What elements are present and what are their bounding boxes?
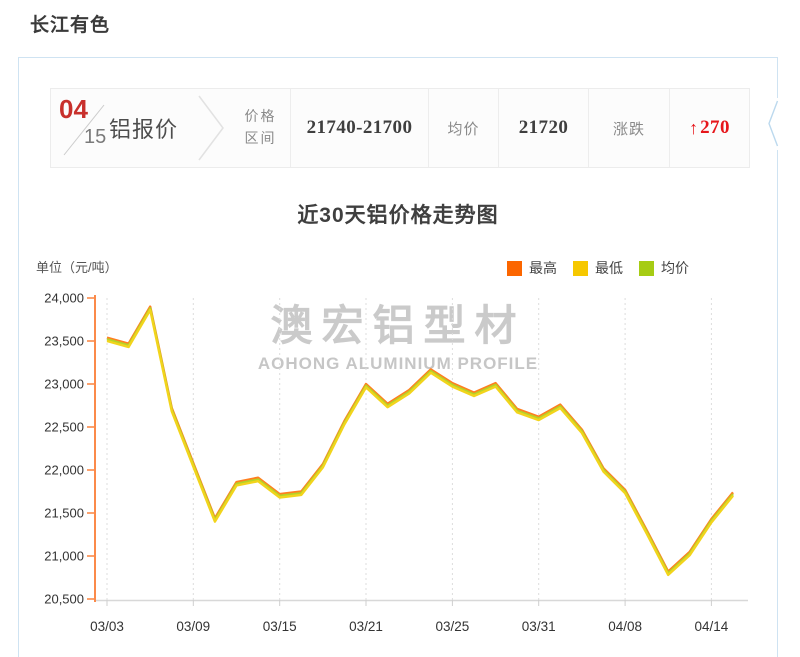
page-title: 长江有色 — [30, 10, 110, 37]
legend-swatch-icon — [507, 261, 522, 276]
product-label: 铝报价 — [109, 89, 191, 167]
legend-item: 最低 — [573, 258, 623, 278]
up-arrow-icon: ↑ — [689, 118, 698, 139]
legend-item: 最高 — [507, 258, 557, 278]
quote-header: 04 15 铝报价 价格 区间 21740-21700 均价 21720 涨跌 … — [50, 88, 750, 168]
average-price-label-text: 均价 — [447, 118, 479, 139]
chevron-right-icon — [191, 89, 231, 167]
quote-panel: 04 15 铝报价 价格 区间 21740-21700 均价 21720 涨跌 … — [18, 57, 778, 657]
chart-legend: 最高 最低 均价 — [507, 258, 705, 278]
watermark-en: AOHONG ALUMINIUM PROFILE — [19, 354, 777, 374]
change-value: ↑ 270 — [669, 89, 749, 167]
average-price-value: 21720 — [498, 89, 588, 167]
legend-label: 均价 — [661, 258, 689, 278]
average-price-label: 均价 — [428, 89, 498, 167]
watermark: 澳宏铝型材 AOHONG ALUMINIUM PROFILE — [19, 292, 777, 374]
change-label: 涨跌 — [588, 89, 669, 167]
unit-label: 单位（元/吨） — [36, 257, 118, 276]
price-range-value: 21740-21700 — [290, 89, 428, 167]
date-day: 15 — [84, 126, 106, 149]
chart-title: 近30天铝价格走势图 — [19, 199, 777, 229]
price-range-label-line1: 价格 — [245, 106, 277, 128]
date-month: 04 — [59, 94, 88, 125]
watermark-cn: 澳宏铝型材 — [19, 292, 777, 353]
change-label-text: 涨跌 — [613, 118, 645, 139]
average-price-number: 21720 — [519, 117, 569, 139]
legend-swatch-icon — [573, 261, 588, 276]
change-number: 270 — [700, 117, 730, 139]
price-range-number: 21740-21700 — [307, 117, 413, 139]
price-range-label-line2: 区间 — [245, 128, 277, 150]
quote-date: 04 15 — [51, 89, 109, 167]
legend-item: 均价 — [639, 258, 689, 278]
legend-swatch-icon — [639, 261, 654, 276]
legend-label: 最高 — [529, 258, 557, 278]
price-range-label: 价格 区间 — [231, 89, 290, 167]
legend-label: 最低 — [595, 258, 623, 278]
